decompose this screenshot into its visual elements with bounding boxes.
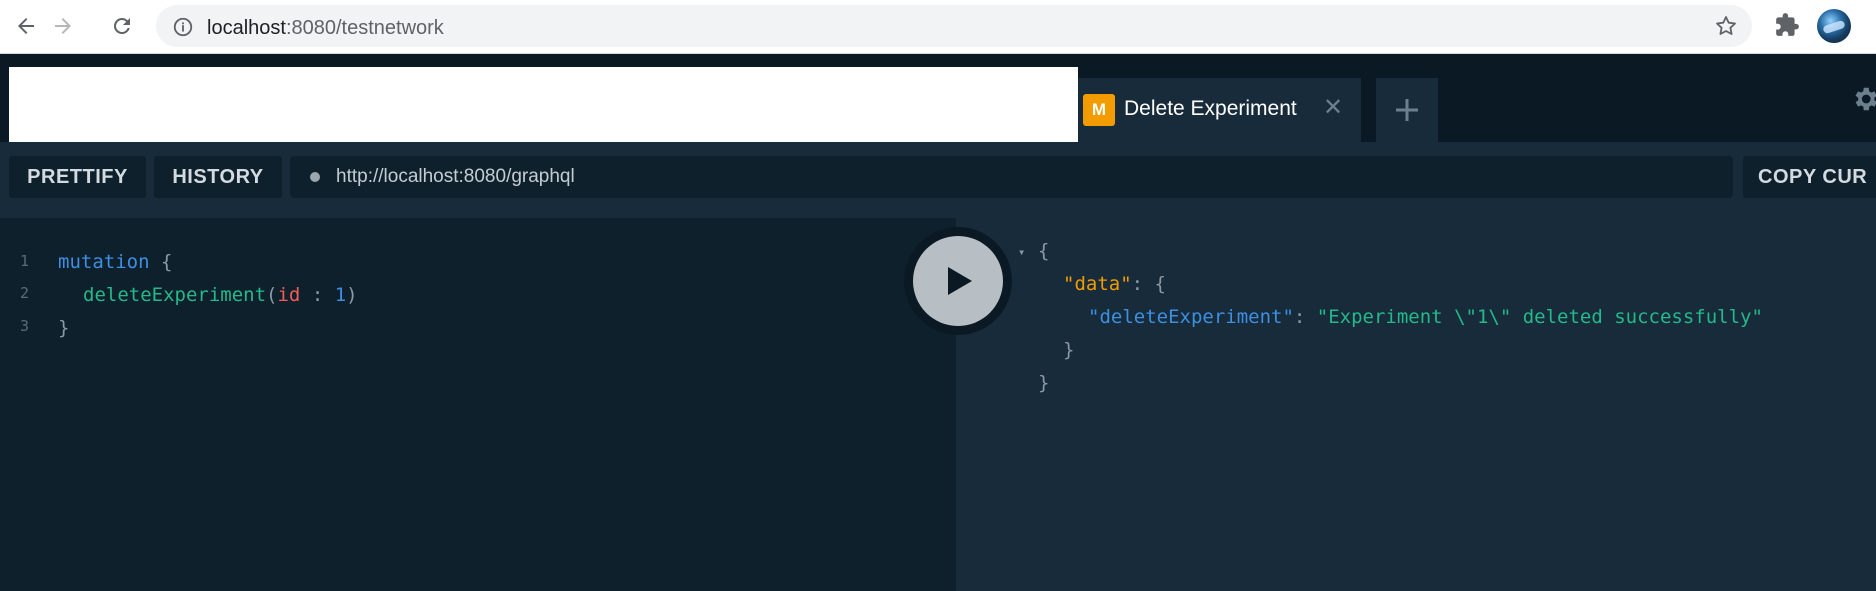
info-icon[interactable] <box>172 16 194 38</box>
field-token: deleteExperiment <box>83 284 267 306</box>
code-line: mutation { <box>58 251 172 273</box>
keyword-token: mutation <box>58 251 150 273</box>
json-key-data: "data" <box>1063 273 1132 295</box>
colon-token: : <box>300 284 335 306</box>
address-bar[interactable]: localhost:8080/testnetwork <box>156 5 1752 47</box>
paren-token: ( <box>266 284 278 306</box>
reload-button[interactable] <box>106 10 138 42</box>
copy-curl-button[interactable]: COPY CUR <box>1743 156 1876 198</box>
code-line: } <box>58 317 70 339</box>
back-button[interactable] <box>10 10 42 42</box>
json-colon: : { <box>1131 273 1166 295</box>
url-host: localhost <box>207 17 286 39</box>
tab-title: Delete Experiment <box>1124 97 1297 120</box>
url-path: :8080/testnetwork <box>285 17 444 39</box>
star-icon[interactable] <box>1714 14 1738 38</box>
run-query-button[interactable] <box>913 236 1003 326</box>
tab-close-icon[interactable]: ✕ <box>1323 94 1343 122</box>
tab-badge: M <box>1083 94 1115 126</box>
url-text[interactable]: localhost:8080/testnetwork <box>207 17 444 40</box>
forward-button[interactable] <box>47 10 79 42</box>
new-tab-button[interactable] <box>1376 78 1438 142</box>
endpoint-input[interactable]: http://localhost:8080/graphql <box>290 156 1733 198</box>
line-number: 2 <box>20 284 30 302</box>
json-close-brace: } <box>1063 339 1075 361</box>
browser-toolbar: localhost:8080/testnetwork <box>0 0 1876 54</box>
extensions-icon[interactable] <box>1774 12 1800 38</box>
history-button[interactable]: HISTORY <box>154 156 282 198</box>
json-close-brace: } <box>1038 372 1050 394</box>
play-icon <box>948 267 972 295</box>
brace-token: { <box>149 251 173 273</box>
number-token: 1 <box>334 284 347 306</box>
profile-avatar[interactable] <box>1817 9 1851 43</box>
json-colon: : <box>1293 306 1317 328</box>
plus-icon <box>1396 99 1418 121</box>
line-number: 1 <box>20 252 30 270</box>
json-key-deleteexperiment: "deleteExperiment" <box>1088 306 1294 328</box>
reload-icon <box>113 17 130 34</box>
prettify-button[interactable]: PRETTIFY <box>9 156 146 198</box>
collapse-toggle-icon[interactable]: ▾ <box>1018 245 1025 259</box>
paren-token: ) <box>346 284 358 306</box>
forward-arrow-icon <box>55 18 71 34</box>
line-number: 3 <box>20 317 30 335</box>
back-arrow-icon <box>18 18 34 34</box>
json-field-line: "deleteExperiment": "Experiment \"1\" de… <box>1088 306 1763 328</box>
code-line: deleteExperiment(id : 1) <box>83 284 358 306</box>
gear-icon[interactable] <box>1850 82 1876 116</box>
json-open-brace: { <box>1038 240 1050 262</box>
endpoint-url: http://localhost:8080/graphql <box>336 166 575 187</box>
argument-token: id <box>277 284 301 306</box>
json-data-line: "data": { <box>1063 273 1166 295</box>
results-pane: ▾ { "data": { "deleteExperiment": "Exper… <box>956 218 1876 591</box>
blank-region <box>9 67 1078 149</box>
query-editor[interactable]: 1 2 3 mutation { deleteExperiment(id : 1… <box>0 218 956 591</box>
status-dot <box>310 172 320 182</box>
json-string-value: "Experiment \"1\" deleted successfully" <box>1316 306 1763 328</box>
tab-delete-experiment[interactable]: M Delete Experiment ✕ <box>1078 78 1361 142</box>
